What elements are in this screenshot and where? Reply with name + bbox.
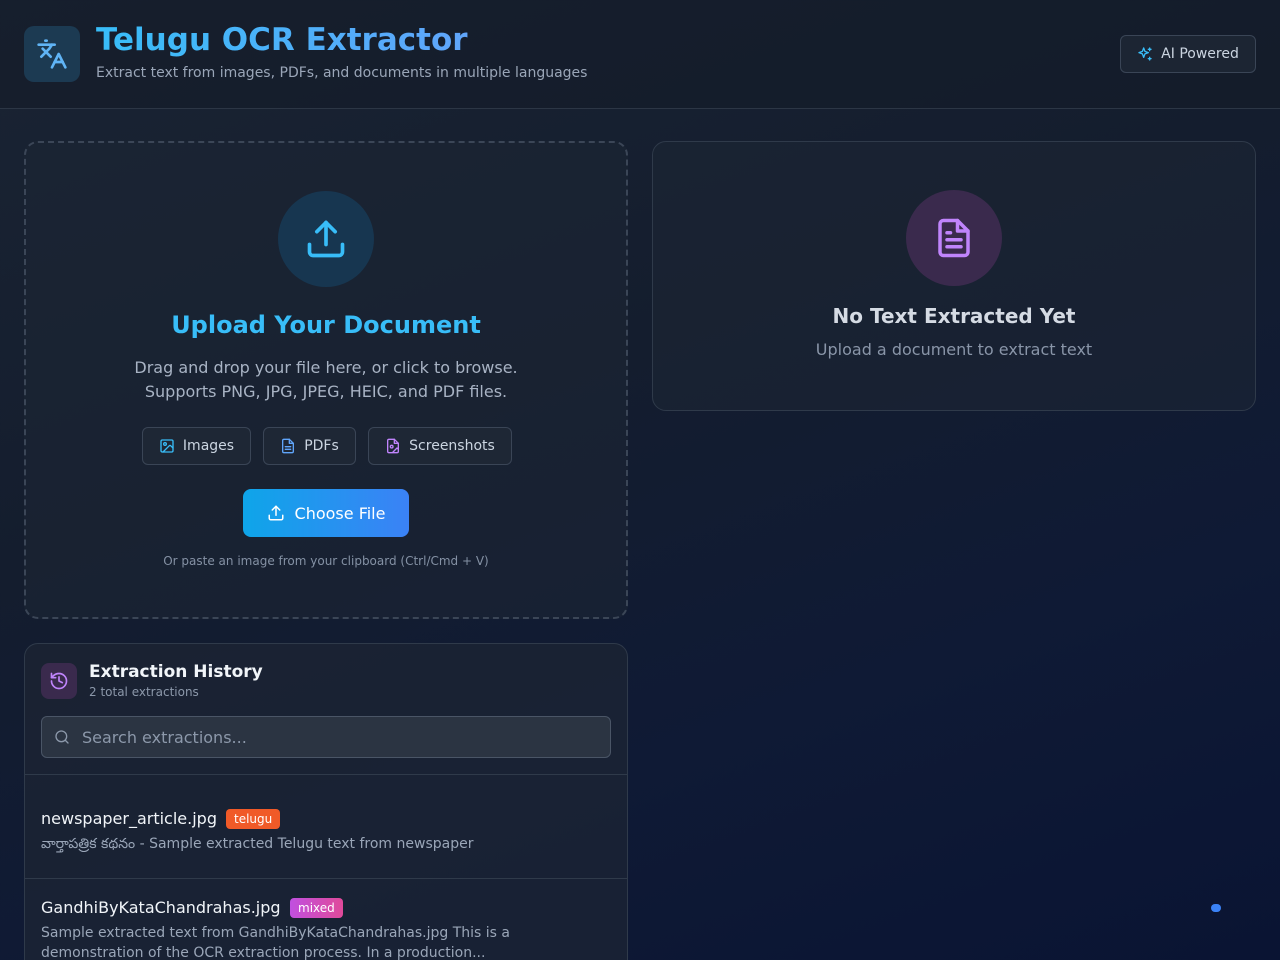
chip-images[interactable]: Images	[142, 427, 251, 465]
ai-badge-label: AI Powered	[1161, 46, 1239, 62]
history-count: 2 total extractions	[89, 685, 199, 699]
chip-images-label: Images	[182, 438, 235, 454]
history-title: Extraction History	[89, 662, 263, 682]
upload-description-line2: Supports PNG, JPG, JPEG, HEIC, and PDF f…	[144, 382, 508, 401]
app-title: Telugu OCR Extractor	[96, 22, 468, 58]
search-input[interactable]	[82, 717, 602, 757]
app-subtitle: Extract text from images, PDFs, and docu…	[96, 65, 588, 81]
history-item-text: Sample extracted text from GandhiByKataC…	[41, 925, 510, 960]
choose-file-button[interactable]: Choose File	[243, 489, 409, 537]
upload-dropzone[interactable]: Upload Your Document Drag and drop your …	[24, 141, 628, 619]
empty-result-subtitle: Upload a document to extract text	[815, 340, 1093, 359]
history-item-name: newspaper_article.jpg	[41, 809, 217, 828]
empty-result-title: No Text Extracted Yet	[832, 304, 1076, 328]
file-text-icon	[282, 438, 295, 454]
history-search[interactable]	[41, 716, 611, 758]
language-tag: telugu	[226, 809, 281, 829]
file-image-icon	[387, 438, 400, 454]
history-item-text: వార్తాపత్రిక కథనం - Sample extracted Tel…	[41, 836, 474, 852]
sparkles-icon	[1138, 47, 1152, 61]
history-item[interactable]: GandhiByKataChandrahas.jpg mixed Sample …	[25, 879, 627, 960]
extraction-history-panel: Extraction History 2 total extractions n…	[24, 643, 628, 960]
document-icon	[906, 190, 1002, 286]
app-header: Telugu OCR Extractor Extract text from i…	[0, 0, 1280, 109]
translate-icon	[24, 26, 80, 82]
status-dot	[1211, 904, 1221, 912]
history-item[interactable]: newspaper_article.jpg telugu వార్తాపత్రి…	[25, 775, 627, 879]
language-tag: mixed	[290, 898, 343, 918]
choose-file-label: Choose File	[294, 503, 386, 523]
chip-pdfs-label: PDFs	[304, 438, 339, 454]
upload-title: Upload Your Document	[171, 311, 481, 339]
extracted-text-panel: No Text Extracted Yet Upload a document …	[652, 141, 1256, 411]
ai-powered-badge[interactable]: AI Powered	[1120, 35, 1256, 73]
upload-icon	[278, 191, 374, 287]
upload-description-line1: Drag and drop your file here, or click t…	[134, 358, 518, 377]
chip-pdfs[interactable]: PDFs	[263, 427, 356, 465]
history-icon	[41, 663, 77, 699]
chip-screenshots-label: Screenshots	[409, 438, 495, 454]
upload-button-icon	[268, 505, 284, 521]
search-icon	[55, 730, 69, 744]
chip-screenshots[interactable]: Screenshots	[368, 427, 512, 465]
upload-description: Drag and drop your file here, or click t…	[26, 356, 626, 404]
paste-hint: Or paste an image from your clipboard (C…	[163, 554, 489, 568]
image-icon	[160, 439, 174, 453]
history-item-name: GandhiByKataChandrahas.jpg	[41, 898, 281, 917]
